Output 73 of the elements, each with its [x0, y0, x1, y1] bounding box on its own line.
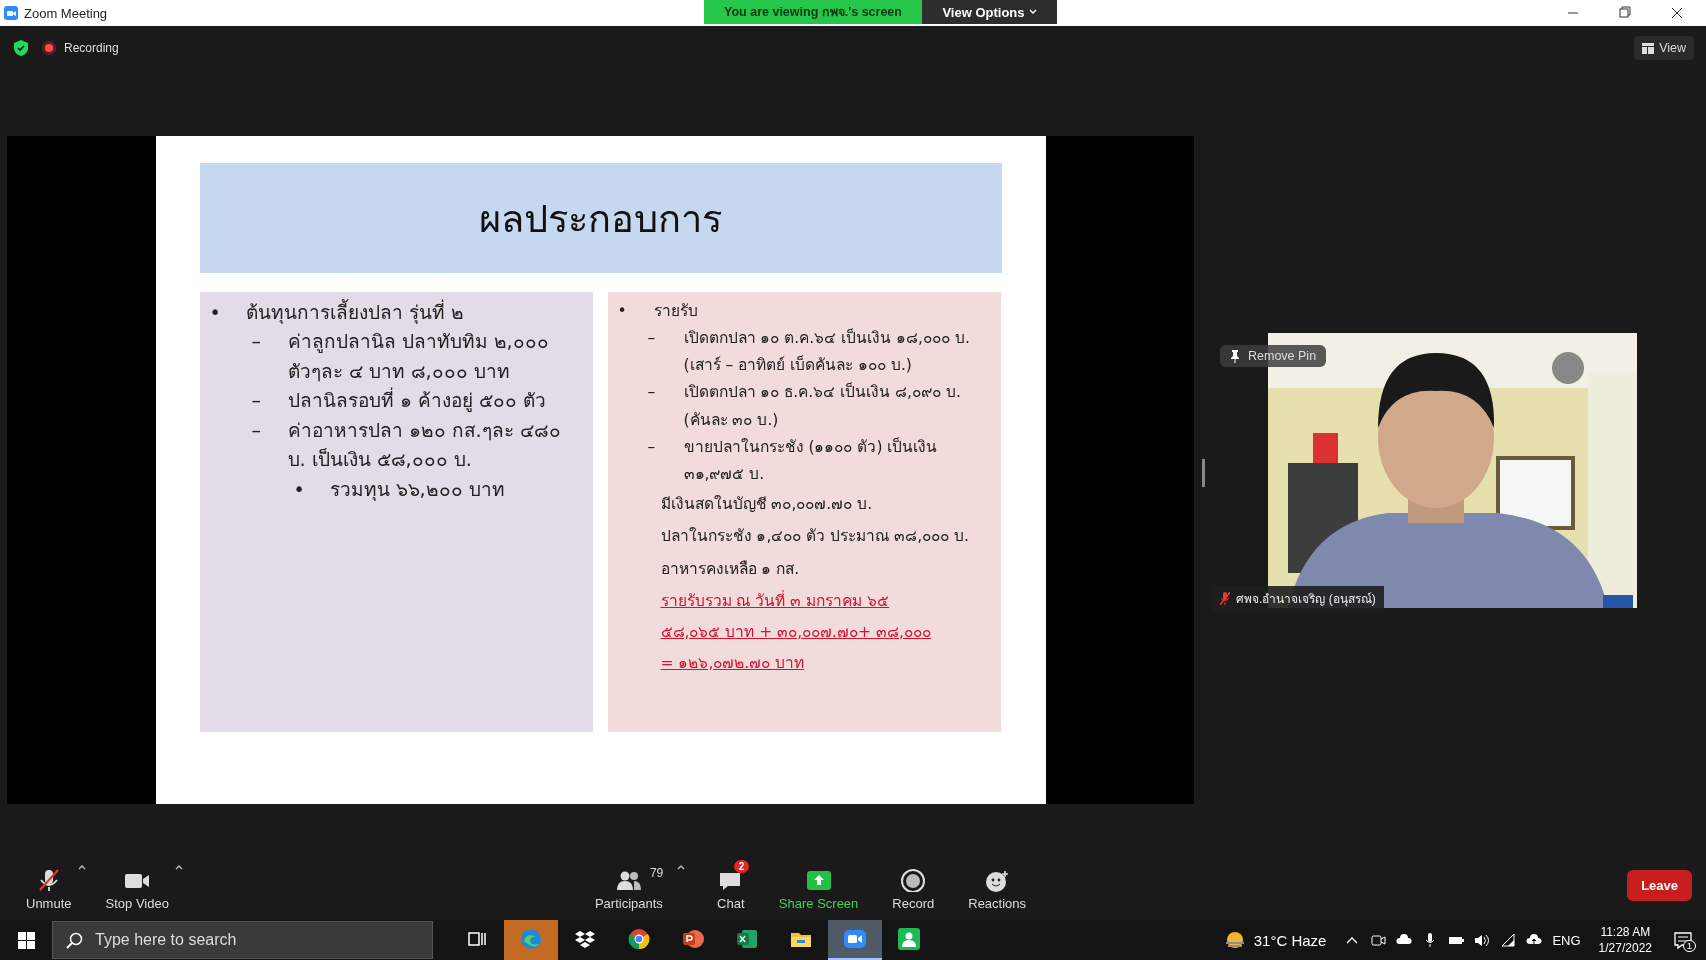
notifications-icon[interactable] [1674, 931, 1692, 949]
caret-up-icon[interactable] [676, 863, 685, 870]
grid-icon [1642, 42, 1655, 54]
slide-text: ค่าอาหารปลา ๑๒๐ กส.ๆละ ๔๘๐ บ. เป็นเงิน ๕๘,๐๐๐ บ. [287, 417, 562, 473]
bullet-marker: – [647, 436, 657, 458]
video-camera-app-button[interactable] [828, 920, 882, 960]
slide-text: มีเงินสดในบัญชี ๓๐,๐๐๗.๗๐ บ. [659, 493, 874, 515]
slide-text: เปิดตกปลา ๑๐ ธ.ค.๖๔ เป็นเงิน ๘,๐๙๐ บ. (คันละ ๓๐ บ.) [683, 381, 962, 431]
browser-icon [520, 928, 542, 950]
pin-icon [1230, 349, 1240, 363]
caret-up-icon[interactable] [77, 863, 86, 870]
remove-pin-button[interactable]: Remove Pin [1220, 345, 1327, 367]
spreadsheet-app-icon [736, 928, 758, 950]
open-boxes-icon [574, 928, 596, 950]
participants-button[interactable]: Participants 79 [592, 859, 665, 911]
slide-text: ปลาในกระชัง ๑,๔๐๐ ตัว ประมาณ ๓๘,๐๐๐ บ. [659, 526, 970, 548]
mic-button[interactable]: Unmute [24, 859, 74, 911]
person-app-icon [898, 928, 920, 950]
meet-now-icon[interactable] [1370, 932, 1387, 948]
record-button[interactable]: Record [890, 859, 937, 911]
bullet-marker: • [209, 300, 222, 325]
participant-name: ศพจ.อำนาจเจริญ (อนุสรณ์) [1236, 591, 1376, 608]
slide-text: ปลานิลรอบที่ ๑ ค้างอยู่ ๕๐๐ ตัว [287, 386, 546, 414]
windows-start-icon[interactable] [17, 931, 35, 949]
zoom-logo-icon [4, 6, 18, 20]
video-button[interactable]: Stop Video [103, 859, 171, 911]
slide-text: เปิดตกปลา ๑๐ ต.ค.๖๔ เป็นเงิน ๑๘,๐๐๐ บ.(เสาร์ – อาทิตย์ เบ็ดคันละ ๑๐๐ บ.) [683, 327, 971, 377]
unread-badge: 2 [733, 859, 750, 873]
record-icon [899, 867, 928, 892]
slide-text: ค่าลูกปลานิล ปลาทับทิม ๒,๐๐๐ ตัวๆละ ๔ บาท ๘,๐๐๐ บาท [287, 329, 550, 384]
sharing-banner: You are viewing กพจ.'s screen [704, 0, 922, 24]
sun-haze-icon [1223, 931, 1246, 949]
slide-text: ขายปลาในกระชัง (๑๑๐๐ ตัว) เป็นเงิน ๓๑,๙๗๕ บ. [683, 436, 939, 485]
caret-icon [1028, 9, 1037, 15]
weather-text[interactable]: 31°C Haze [1253, 931, 1327, 949]
bullet-marker: – [251, 329, 262, 355]
clock-date: 1/27/2022 [1598, 940, 1652, 957]
total-text: รายรับรวม ณ วันที่ ๓ มกราคม ๖๕ [659, 589, 891, 612]
share-button[interactable]: Share Screen [776, 859, 861, 911]
slide-text: อาหารคงเหลือ ๑ กส. [659, 558, 801, 580]
clock-time: 11:28 AM [1600, 923, 1651, 940]
slide-title: ผลประกอบการ [479, 195, 722, 243]
search-field[interactable]: Type here to search [52, 921, 433, 959]
language-indicator[interactable]: ENG [1552, 932, 1581, 948]
view-button[interactable]: View [1634, 36, 1694, 60]
speaker-icon[interactable] [1474, 932, 1491, 948]
window-title: Zoom Meeting [24, 5, 108, 21]
participant-count: 79 [649, 865, 664, 880]
presentation-app-icon [682, 928, 704, 950]
slide-text: รวมทุน ๖๖,๒๐๐ บาท [329, 476, 505, 503]
recording-label: Recording [64, 41, 119, 55]
bullet-marker: • [617, 301, 628, 322]
bullet-marker: – [251, 388, 262, 414]
slide-text: รายรับ [653, 301, 698, 322]
search-icon [66, 932, 83, 949]
recording-icon [42, 41, 56, 55]
chrome-browser-icon [628, 928, 650, 950]
bullet-marker: – [647, 328, 657, 350]
bullet-marker: – [647, 382, 657, 404]
leave-button[interactable]: Leave [1627, 869, 1692, 901]
view-options-button[interactable]: View Options [922, 0, 1057, 24]
wifi-icon[interactable] [1500, 932, 1517, 948]
slide-text: ต้นทุนการเลี้ยงปลา รุ่นที่ ๒ [245, 298, 464, 326]
caret-up-icon[interactable] [174, 863, 183, 870]
video-camera-app-icon [844, 928, 866, 950]
bullet-marker: • [293, 476, 306, 502]
notification-count: 1 [1683, 939, 1696, 952]
total-text: ๕๘,๐๖๕ บาท + ๓๐,๐๐๗.๗๐+ ๓๘,๐๐๐ [659, 621, 932, 643]
reactions-button[interactable]: Reactions [966, 859, 1029, 911]
bullet-marker: – [251, 417, 262, 443]
shield-icon [14, 40, 28, 56]
total-text: = ๑๒๖,๐๗๒.๗๐ บาท [659, 652, 806, 674]
chat-button[interactable]: Chat 2 [714, 859, 747, 911]
